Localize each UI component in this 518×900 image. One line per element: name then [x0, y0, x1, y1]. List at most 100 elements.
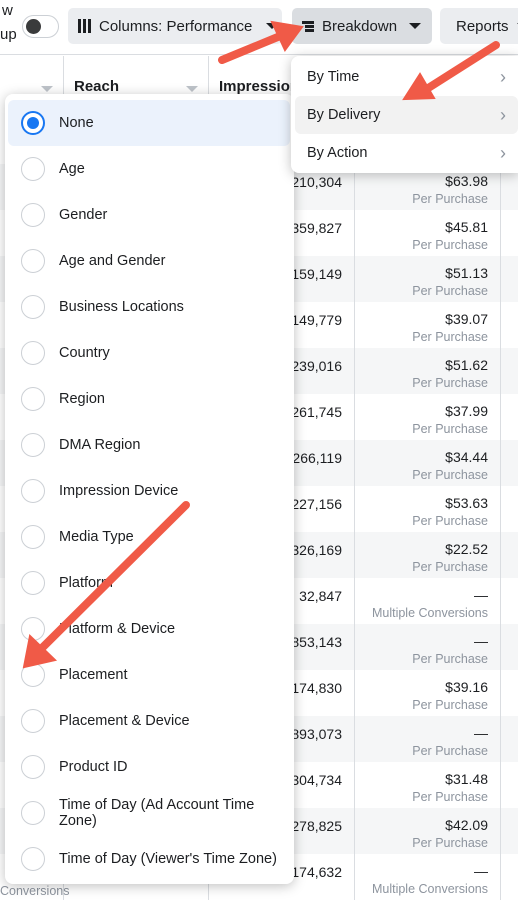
option-label: None — [59, 115, 94, 131]
radio-button[interactable] — [21, 157, 45, 181]
option-gender[interactable]: Gender — [8, 192, 290, 238]
radio-button[interactable] — [21, 341, 45, 365]
radio-button[interactable] — [21, 387, 45, 411]
cost-value: $53.63 — [445, 495, 488, 511]
radio-button[interactable] — [21, 709, 45, 733]
option-country[interactable]: Country — [8, 330, 290, 376]
option-region[interactable]: Region — [8, 376, 290, 422]
radio-button[interactable] — [21, 479, 45, 503]
cost-per-result-cell: $39.07 Per Purchase — [355, 302, 501, 348]
cost-value: $22.52 — [445, 541, 488, 557]
sort-icon[interactable] — [186, 86, 198, 92]
option-label: Impression Device — [59, 483, 179, 499]
truncated-label-top: w — [2, 2, 13, 19]
option-label: Age — [59, 161, 85, 177]
radio-button[interactable] — [21, 525, 45, 549]
cost-per-result-cell: — Multiple Conversions — [355, 578, 501, 624]
cost-value: $42.09 — [445, 817, 488, 833]
radio-button[interactable] — [21, 617, 45, 641]
columns-label: Columns: Performance — [99, 17, 253, 35]
menu-item-by-time[interactable]: By Time › — [295, 58, 518, 96]
cost-per-result-cell: — Multiple Conversions — [355, 854, 501, 900]
toggle-switch[interactable] — [22, 15, 59, 38]
radio-button[interactable] — [21, 433, 45, 457]
cost-per-result-cell: $34.44 Per Purchase — [355, 440, 501, 486]
radio-button[interactable] — [21, 111, 45, 135]
reports-label: Reports — [456, 17, 509, 35]
option-label: Business Locations — [59, 299, 184, 315]
reports-button[interactable]: Reports — [440, 8, 518, 44]
result-type: Per Purchase — [412, 468, 488, 482]
option-platform-device[interactable]: Platform & Device — [8, 606, 290, 652]
option-impression-device[interactable]: Impression Device — [8, 468, 290, 514]
radio-button[interactable] — [21, 801, 45, 825]
reach-header-label: Reach — [74, 78, 120, 95]
radio-button[interactable] — [21, 203, 45, 227]
result-type: Per Purchase — [412, 652, 488, 666]
result-type: Per Purchase — [412, 744, 488, 758]
cost-value: $51.62 — [445, 357, 488, 373]
option-label: Gender — [59, 207, 108, 223]
cost-value: $31.48 — [445, 771, 488, 787]
radio-button[interactable] — [21, 663, 45, 687]
result-type: Per Purchase — [412, 514, 488, 528]
radio-button[interactable] — [21, 755, 45, 779]
columns-icon — [78, 19, 91, 33]
columns-button[interactable]: Columns: Performance — [68, 8, 282, 44]
option-label: Placement — [59, 667, 128, 683]
option-label: Platform — [59, 575, 113, 591]
option-dma-region[interactable]: DMA Region — [8, 422, 290, 468]
result-type: Per Purchase — [412, 698, 488, 712]
result-type: Multiple Conversions — [371, 606, 488, 620]
option-time-of-day-ad-account-time-zone[interactable]: Time of Day (Ad Account Time Zone) — [8, 790, 290, 836]
cost-per-result-cell: $45.81 Per Purchase — [355, 210, 501, 256]
cost-per-result-cell: $51.62 Per Purchase — [355, 348, 501, 394]
result-type: Per Purchase — [412, 284, 488, 298]
cost-value: — — [474, 587, 488, 603]
option-label: Product ID — [59, 759, 128, 775]
radio-button[interactable] — [21, 571, 45, 595]
option-age-and-gender[interactable]: Age and Gender — [8, 238, 290, 284]
cost-per-result-cell: $31.48 Per Purchase — [355, 762, 501, 808]
menu-item-label: By Action — [307, 145, 368, 161]
result-type-fragment: Conversions — [0, 884, 70, 898]
option-placement[interactable]: Placement — [8, 652, 290, 698]
option-time-of-day-viewer-s-time-zone[interactable]: Time of Day (Viewer's Time Zone) — [8, 836, 290, 882]
chevron-down-icon — [409, 23, 422, 29]
cost-per-result-cell: $51.13 Per Purchase — [355, 256, 501, 302]
radio-button[interactable] — [21, 249, 45, 273]
option-age[interactable]: Age — [8, 146, 290, 192]
breakdown-menu: By Time › By Delivery › By Action › — [291, 56, 518, 173]
result-type: Per Purchase — [412, 330, 488, 344]
cost-per-result-cell: $53.63 Per Purchase — [355, 486, 501, 532]
cost-value: — — [474, 633, 488, 649]
cost-value: — — [474, 863, 488, 879]
radio-button[interactable] — [21, 295, 45, 319]
cost-value: $51.13 — [445, 265, 488, 281]
option-platform[interactable]: Platform — [8, 560, 290, 606]
option-product-id[interactable]: Product ID — [8, 744, 290, 790]
menu-item-by-delivery[interactable]: By Delivery › — [295, 96, 518, 134]
cost-value: — — [474, 725, 488, 741]
option-business-locations[interactable]: Business Locations — [8, 284, 290, 330]
result-type: Per Purchase — [412, 422, 488, 436]
breakdown-icon — [302, 20, 314, 32]
menu-item-label: By Delivery — [307, 107, 381, 123]
cost-per-result-cell: $42.09 Per Purchase — [355, 808, 501, 854]
result-type: Per Purchase — [412, 192, 488, 206]
radio-button[interactable] — [21, 847, 45, 871]
option-placement-device[interactable]: Placement & Device — [8, 698, 290, 744]
breakdown-label: Breakdown — [322, 17, 398, 35]
menu-item-by-action[interactable]: By Action › — [295, 134, 518, 172]
delivery-breakdown-options: None Age Gender Age and Gender Business Loca… — [5, 94, 294, 884]
result-type: Per Purchase — [412, 790, 488, 804]
option-media-type[interactable]: Media Type — [8, 514, 290, 560]
option-label: Region — [59, 391, 105, 407]
sort-icon[interactable] — [41, 86, 53, 92]
cost-value: $63.98 — [445, 173, 488, 189]
option-none[interactable]: None — [8, 100, 290, 146]
toolbar: w up Columns: Performance Breakdown Repo… — [0, 0, 518, 55]
breakdown-button[interactable]: Breakdown — [292, 8, 432, 44]
option-label: DMA Region — [59, 437, 141, 453]
cost-value: $34.44 — [445, 449, 488, 465]
